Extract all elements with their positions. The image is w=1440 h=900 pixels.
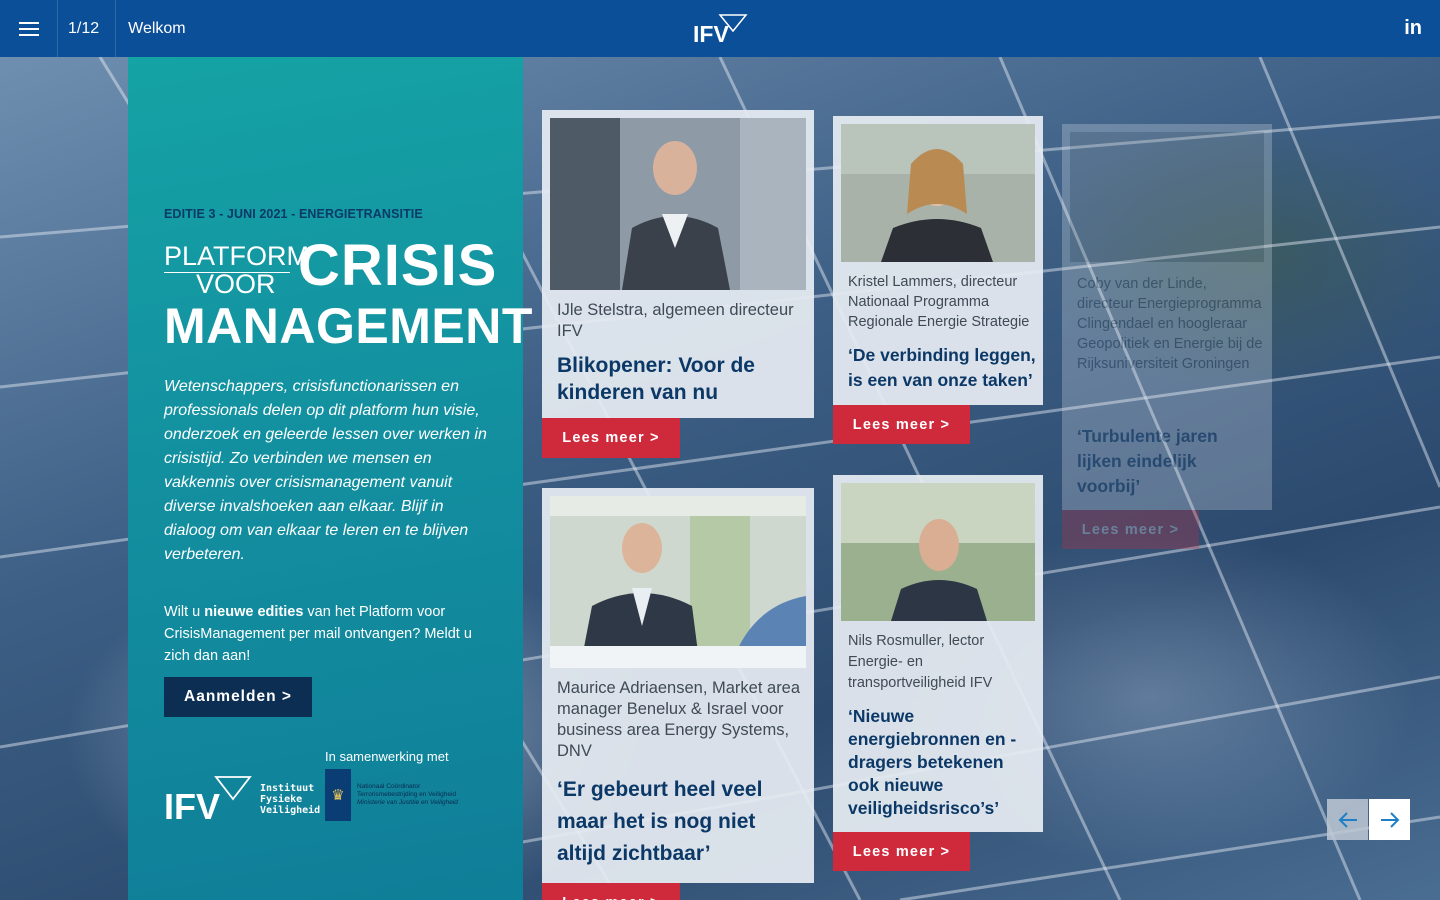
article-author: Kristel Lammers, directeur Nationaal Pro… <box>848 274 1030 330</box>
article-card-van-der-linde[interactable]: Coby van der Linde, directeur Energiepro… <box>1062 124 1272 510</box>
title-voor: VOOR <box>196 269 276 299</box>
article-card-lammers[interactable]: Kristel Lammers, directeur Nationaal Pro… <box>833 116 1043 405</box>
menu-button[interactable] <box>0 0 58 57</box>
arrow-left-icon <box>1338 811 1357 828</box>
carousel-next-button[interactable] <box>1369 799 1410 840</box>
menu-icon <box>18 21 39 36</box>
ifv-logo-text: IFV <box>693 21 729 44</box>
arrow-right-icon <box>1380 811 1399 828</box>
nctv-logo-text: Nationaal Coördinator Terrorismebestrijd… <box>357 783 458 806</box>
intro-text: Wetenschappers, crisisfunctionarissen en… <box>164 378 487 563</box>
article-card-stelstra[interactable]: IJle Stelstra, algemeen directeur IFV Bl… <box>542 110 814 418</box>
read-more-button[interactable]: Lees meer > <box>1062 510 1199 549</box>
article-author: Nils Rosmuller, lector Energie- en trans… <box>848 633 993 691</box>
platform-title: PLATFORM VOOR CRISIS MANAGEMENT <box>164 237 532 353</box>
article-headline[interactable]: ‘Nieuwe energiebronnen en -dragers betek… <box>848 705 1033 820</box>
article-photo-adriaensen <box>550 496 806 668</box>
ifv-footer-subtitle: Instituut Fysieke Veiligheid <box>260 782 321 816</box>
signup-button[interactable]: Aanmelden > <box>164 677 312 717</box>
article-author: IJle Stelstra, algemeen directeur IFV <box>557 301 794 340</box>
collaboration-label: In samenwerking met <box>325 749 449 764</box>
signup-text: Wilt u nieuwe edities van het Platform v… <box>164 604 472 664</box>
ifv-logo-mark: IFV <box>693 14 748 47</box>
article-card-faded-wrapper: Coby van der Linde, directeur Energiepro… <box>1062 124 1272 554</box>
article-headline[interactable]: ‘Turbulente jaren lijken eindelijk voorb… <box>1077 424 1227 499</box>
article-card-rosmuller[interactable]: Nils Rosmuller, lector Energie- en trans… <box>833 475 1043 832</box>
ifv-logo[interactable]: IFV <box>692 14 748 49</box>
top-bar: 1/12 Welkom IFV in <box>0 0 1440 57</box>
page-counter: 1/12 <box>58 0 117 57</box>
article-photo-van-der-linde <box>1070 132 1264 262</box>
edition-label: EDITIE 3 - JUNI 2021 - ENERGIETRANSITIE <box>164 207 423 221</box>
article-headline[interactable]: Blikopener: Voor de kinderen van nu <box>557 352 797 406</box>
read-more-button[interactable]: Lees meer > <box>542 883 680 900</box>
read-more-button[interactable]: Lees meer > <box>833 832 970 871</box>
article-author: Coby van der Linde, directeur Energiepro… <box>1077 276 1263 372</box>
title-platform: PLATFORM <box>164 241 310 271</box>
title-management: MANAGEMENT <box>164 298 533 354</box>
page-title[interactable]: Welkom <box>116 20 186 38</box>
linkedin-icon[interactable]: in <box>1404 17 1422 40</box>
article-author: Maurice Adriaensen, Market area manager … <box>557 679 801 760</box>
read-more-button[interactable]: Lees meer > <box>542 418 680 458</box>
nctv-logo[interactable]: ♛ Nationaal Coördinator Terrorismebestri… <box>325 769 458 821</box>
article-headline[interactable]: ‘Er gebeurt heel veel maar het is nog ni… <box>557 774 797 870</box>
ifv-footer-logo-text: IFV <box>164 786 220 823</box>
article-headline[interactable]: ‘De verbinding leggen, is een van onze t… <box>848 343 1038 393</box>
crest-icon: ♛ <box>325 769 351 821</box>
ifv-footer-logo[interactable]: IFV Instituut Fysieke Veiligheid <box>164 775 320 823</box>
article-photo-rosmuller <box>841 483 1035 621</box>
intro-panel: EDITIE 3 - JUNI 2021 - ENERGIETRANSITIE … <box>128 57 532 900</box>
article-photo-stelstra <box>550 118 806 290</box>
ifv-footer-logo-mark: IFV <box>164 776 252 823</box>
article-card-adriaensen[interactable]: Maurice Adriaensen, Market area manager … <box>542 488 814 883</box>
read-more-button[interactable]: Lees meer > <box>833 405 970 444</box>
title-crisis: CRISIS <box>298 233 498 298</box>
article-photo-lammers <box>841 124 1035 262</box>
carousel-prev-button[interactable] <box>1327 799 1368 840</box>
